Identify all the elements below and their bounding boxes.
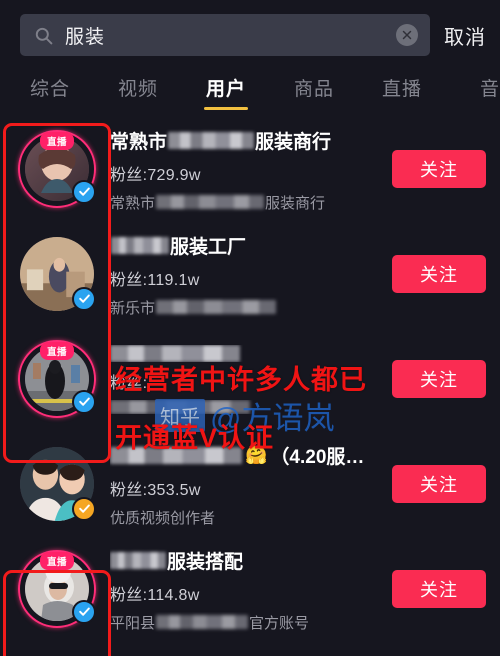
fans-count: 粉丝:114.8w — [110, 586, 200, 604]
avatar[interactable]: 直播 — [18, 235, 96, 313]
user-name — [110, 345, 378, 362]
tab-zhibo[interactable]: 直播 — [358, 74, 446, 110]
avatar[interactable]: 直播 — [18, 445, 96, 523]
follow-button[interactable]: 关注 — [392, 359, 486, 398]
user-name-suffix: （4.20服… — [270, 446, 365, 468]
verified-badge-blue — [72, 179, 96, 204]
table-row[interactable]: 直播 🤗 （4.20服… 粉丝:353.5w 优质视频创作者 关注 — [0, 431, 500, 536]
tab-label: 商品 — [293, 79, 334, 100]
follow-button[interactable]: 关注 — [392, 569, 486, 608]
desc-suffix: 官方账号 — [249, 614, 310, 632]
blurred-text — [110, 551, 166, 569]
blurred-text — [156, 195, 265, 209]
user-description: 新乐市 — [110, 297, 378, 318]
tab-label: 视频 — [117, 79, 158, 100]
follow-button[interactable]: 关注 — [392, 464, 486, 503]
search-header: 服装 取消 — [0, 0, 500, 66]
avatar[interactable]: 直播 — [18, 129, 96, 208]
user-description: 优质视频创作者 — [110, 507, 378, 528]
user-name: 🤗 （4.20服… — [110, 442, 378, 469]
user-name: 服装工厂 — [110, 232, 378, 259]
blurred-text — [110, 400, 250, 414]
table-row[interactable]: 直播 服装搭配 粉丝:114.8w 平阳县 官方账号 关注 — [0, 536, 500, 641]
avatar[interactable]: 直播 — [18, 549, 96, 628]
tab-active-underline — [204, 107, 248, 110]
desc-prefix: 平阳县 — [110, 614, 156, 632]
user-name-suffix: 服装搭配 — [167, 551, 244, 573]
user-info: 常熟市 服装商行 粉丝:729.9w 常熟市 服装商行 — [110, 125, 378, 213]
user-info: 服装工厂 粉丝:119.1w 新乐市 — [110, 230, 378, 318]
tab-zonghe[interactable]: 综合 — [6, 74, 94, 110]
tab-shangpin[interactable]: 商品 — [270, 74, 358, 110]
avatar[interactable]: 直播 — [18, 339, 96, 418]
search-input[interactable]: 服装 — [20, 14, 430, 56]
user-description: 平阳县 官方账号 — [110, 612, 378, 633]
cancel-button[interactable]: 取消 — [444, 21, 486, 50]
follow-button[interactable]: 关注 — [392, 149, 486, 188]
verified-badge-blue — [72, 389, 96, 414]
user-name-suffix: 服装工厂 — [170, 236, 247, 258]
user-result-list: 直播 常熟市 服装商行 粉丝:729.9w 常熟市 服装商行 关注 服装工厂 粉… — [0, 110, 500, 641]
tab-label: 直播 — [381, 79, 422, 100]
desc-suffix: 服装商行 — [265, 194, 326, 212]
user-info: 粉丝: — [110, 343, 378, 414]
fans-count: 粉丝:119.1w — [110, 271, 200, 289]
blurred-text — [110, 345, 240, 362]
user-info: 🤗 （4.20服… 粉丝:353.5w 优质视频创作者 — [110, 440, 378, 528]
verified-badge-orange — [72, 496, 96, 521]
fans-count: 粉丝:353.5w — [110, 481, 201, 499]
user-name-suffix: 服装商行 — [255, 131, 332, 153]
blurred-text — [110, 446, 242, 464]
user-name: 常熟市 服装商行 — [110, 127, 378, 154]
blurred-text — [111, 236, 169, 254]
live-badge: 直播 — [39, 341, 75, 360]
tab-label: 用户 — [205, 79, 246, 100]
desc-prefix: 优质视频创作者 — [110, 509, 216, 527]
tab-label: 综合 — [29, 79, 70, 100]
table-row[interactable]: 直播 服装工厂 粉丝:119.1w 新乐市 关注 — [0, 221, 500, 326]
fans-count: 粉丝: — [110, 375, 148, 392]
user-name: 服装搭配 — [110, 547, 378, 574]
table-row[interactable]: 直播 粉丝: 关注 — [0, 326, 500, 431]
verified-badge-blue — [72, 286, 96, 311]
blurred-text — [156, 615, 249, 629]
user-description: 常熟市 服装商行 — [110, 192, 378, 213]
live-badge: 直播 — [39, 551, 75, 570]
blurred-text — [156, 300, 277, 314]
tab-yinyue[interactable]: 音 — [446, 74, 500, 110]
fans-count: 粉丝:729.9w — [110, 166, 201, 184]
user-info: 服装搭配 粉丝:114.8w 平阳县 官方账号 — [110, 545, 378, 633]
user-name-prefix: 常熟市 — [110, 131, 168, 153]
table-row[interactable]: 直播 常熟市 服装商行 粉丝:729.9w 常熟市 服装商行 关注 — [0, 116, 500, 221]
close-circle-icon[interactable] — [396, 24, 418, 46]
search-query-text: 服装 — [65, 26, 106, 48]
tab-label: 音 — [479, 79, 500, 100]
tab-yonghu[interactable]: 用户 — [182, 74, 270, 110]
blurred-text — [168, 131, 255, 149]
follow-button[interactable]: 关注 — [392, 254, 486, 293]
tab-shipin[interactable]: 视频 — [94, 74, 182, 110]
verified-badge-blue — [72, 599, 96, 624]
desc-prefix: 新乐市 — [110, 299, 156, 317]
live-badge: 直播 — [39, 131, 75, 150]
tab-bar: 综合 视频 用户 商品 直播 音 — [0, 66, 500, 110]
hugging-face-emoji: 🤗 — [245, 445, 268, 465]
search-icon — [34, 26, 53, 45]
user-description — [110, 400, 378, 414]
desc-prefix: 常熟市 — [110, 194, 156, 212]
